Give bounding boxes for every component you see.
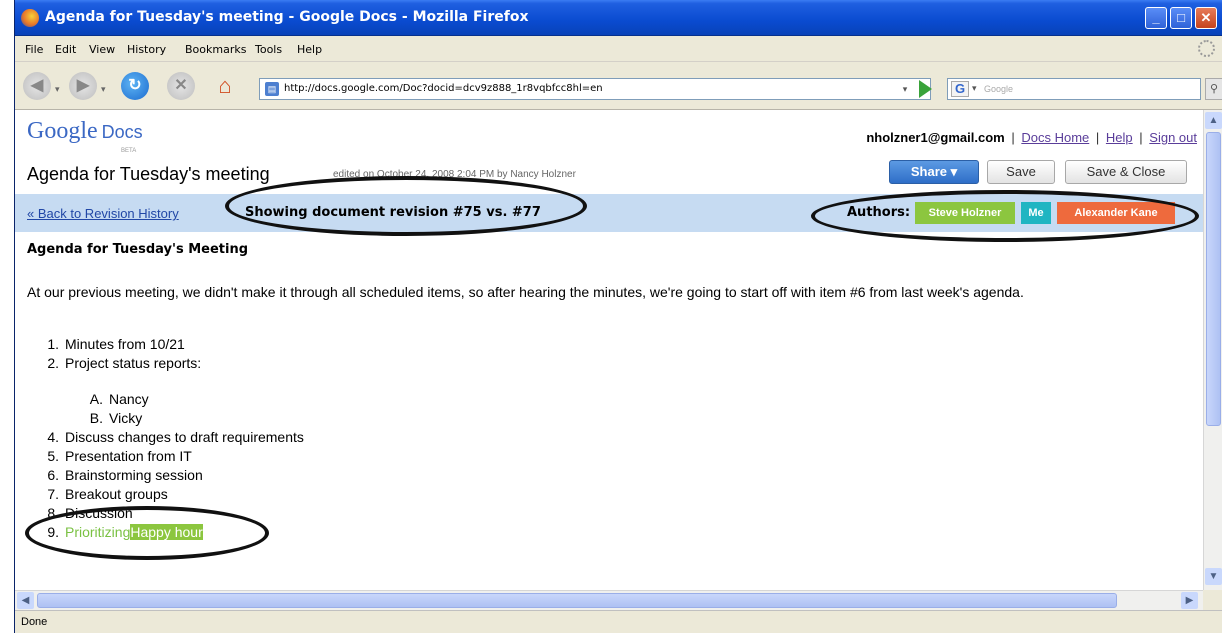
list-item: 7. Breakout groups <box>47 486 168 502</box>
document-paragraph: At our previous meeting, we didn't make … <box>27 284 1024 300</box>
sign-out-link[interactable]: Sign out <box>1149 130 1197 145</box>
author-chip-steve-holzner: Steve Holzner <box>915 202 1015 224</box>
search-bar[interactable]: G ▾ Google <box>947 78 1201 100</box>
minimize-button[interactable]: _ <box>1145 7 1167 29</box>
menu-view[interactable]: View <box>89 43 115 56</box>
maximize-button[interactable]: □ <box>1170 7 1192 29</box>
search-magnifier-icon[interactable]: ⚲ <box>1205 78 1222 100</box>
navigation-toolbar: ◀ ▾ ▶ ▾ ↻ ✕ ⌂ ▤ http://docs.google.com/D… <box>15 62 1222 110</box>
url-dropdown-icon[interactable]: ▾ <box>895 78 915 100</box>
horizontal-scroll-thumb[interactable] <box>37 593 1117 608</box>
window-title: Agenda for Tuesday's meeting - Google Do… <box>45 9 529 25</box>
menu-file[interactable]: File <box>25 43 43 56</box>
highlighted-text-happy-hour: Happy hour <box>130 524 203 540</box>
site-favicon-icon: ▤ <box>265 82 279 96</box>
forward-button[interactable]: ▶ <box>69 72 97 100</box>
menu-help[interactable]: Help <box>297 43 322 56</box>
changed-text-prioritizing: Prioritizing <box>65 524 131 540</box>
status-bar: Done <box>15 610 1222 633</box>
list-item: 8. Discussion <box>47 505 133 521</box>
separator: | <box>1011 130 1015 145</box>
logo-google: Google <box>27 118 98 144</box>
back-to-revision-history-link[interactable]: « Back to Revision History <box>27 206 179 221</box>
go-arrow-icon[interactable] <box>919 80 932 98</box>
forward-dropdown-icon[interactable]: ▾ <box>101 84 106 95</box>
url-bar[interactable]: ▤ http://docs.google.com/Doc?docid=dcv9z… <box>259 78 931 100</box>
docs-home-link[interactable]: Docs Home <box>1021 130 1089 145</box>
document-title: Agenda for Tuesday's meeting <box>27 164 270 184</box>
revision-comparison-text: Showing document revision #75 vs. #77 <box>245 205 541 220</box>
list-item: 2. Project status reports: <box>47 355 202 371</box>
menu-history[interactable]: History <box>127 43 166 56</box>
document-heading: Agenda for Tuesday's Meeting <box>27 242 249 257</box>
url-text: http://docs.google.com/Doc?docid=dcv9z88… <box>284 83 603 94</box>
list-item: 1. Minutes from 10/21 <box>47 336 185 352</box>
list-item: B. Vicky <box>89 410 143 426</box>
share-button[interactable]: Share ▾ <box>889 160 979 184</box>
save-button[interactable]: Save <box>987 160 1055 184</box>
reload-icon[interactable]: ↻ <box>121 72 149 100</box>
back-dropdown-icon[interactable]: ▾ <box>55 84 60 95</box>
home-icon[interactable]: ⌂ <box>211 72 239 100</box>
search-input[interactable]: Google <box>984 84 1013 94</box>
menu-tools[interactable]: Tools <box>255 43 282 56</box>
close-button[interactable]: ✕ <box>1195 7 1217 29</box>
author-chip-me: Me <box>1021 202 1051 224</box>
vertical-scroll-thumb[interactable] <box>1206 132 1221 426</box>
revision-bar: « Back to Revision History Showing docum… <box>15 194 1203 232</box>
menu-edit[interactable]: Edit <box>55 43 76 56</box>
stop-icon[interactable]: ✕ <box>167 72 195 100</box>
scroll-up-icon[interactable]: ▲ <box>1205 112 1222 129</box>
horizontal-scrollbar[interactable]: ◀ ▶ <box>15 590 1203 610</box>
search-engine-dropdown-icon[interactable]: ▾ <box>972 83 977 94</box>
google-search-engine-icon[interactable]: G <box>951 81 969 97</box>
scroll-down-icon[interactable]: ▼ <box>1205 568 1222 585</box>
separator: | <box>1095 130 1100 145</box>
vertical-scrollbar[interactable]: ▲ ▼ <box>1203 110 1222 590</box>
scroll-left-icon[interactable]: ◀ <box>17 592 34 609</box>
separator: | <box>1139 130 1143 145</box>
scroll-right-icon[interactable]: ▶ <box>1181 592 1198 609</box>
back-button[interactable]: ◀ <box>23 72 51 100</box>
logo-docs: Docs <box>101 122 143 142</box>
authors-label: Authors: <box>847 205 911 220</box>
save-close-button[interactable]: Save & Close <box>1065 160 1187 184</box>
edited-info: edited on October 24, 2008 2:04 PM by Na… <box>333 169 576 180</box>
help-link[interactable]: Help <box>1106 130 1133 145</box>
throbber-icon <box>1198 40 1215 57</box>
account-email: nholzner1@gmail.com <box>866 130 1005 145</box>
list-item: 4. Discuss changes to draft requirements <box>47 429 304 445</box>
status-text: Done <box>21 616 48 628</box>
list-item: A. Nancy <box>89 391 149 407</box>
list-item: 5. Presentation from IT <box>47 448 192 464</box>
firefox-logo-icon <box>21 9 39 27</box>
page-content: Google Docs BETA nholzner1@gmail.com | Do… <box>15 110 1203 590</box>
menu-bar: File Edit View History Bookmarks Tools H… <box>15 36 1222 62</box>
list-item: 6. Brainstorming session <box>47 467 203 483</box>
beta-label: BETA <box>121 148 137 154</box>
google-docs-logo[interactable]: Google Docs <box>27 118 143 145</box>
author-chip-alexander-kane: Alexander Kane <box>1057 202 1175 224</box>
browser-window: Agenda for Tuesday's meeting - Google Do… <box>14 0 1222 633</box>
account-links: nholzner1@gmail.com | Docs Home | Help |… <box>866 130 1197 145</box>
menu-bookmarks[interactable]: Bookmarks <box>185 43 246 56</box>
title-bar: Agenda for Tuesday's meeting - Google Do… <box>15 0 1222 36</box>
list-item: 9. PrioritizingHappy hour <box>47 524 203 540</box>
